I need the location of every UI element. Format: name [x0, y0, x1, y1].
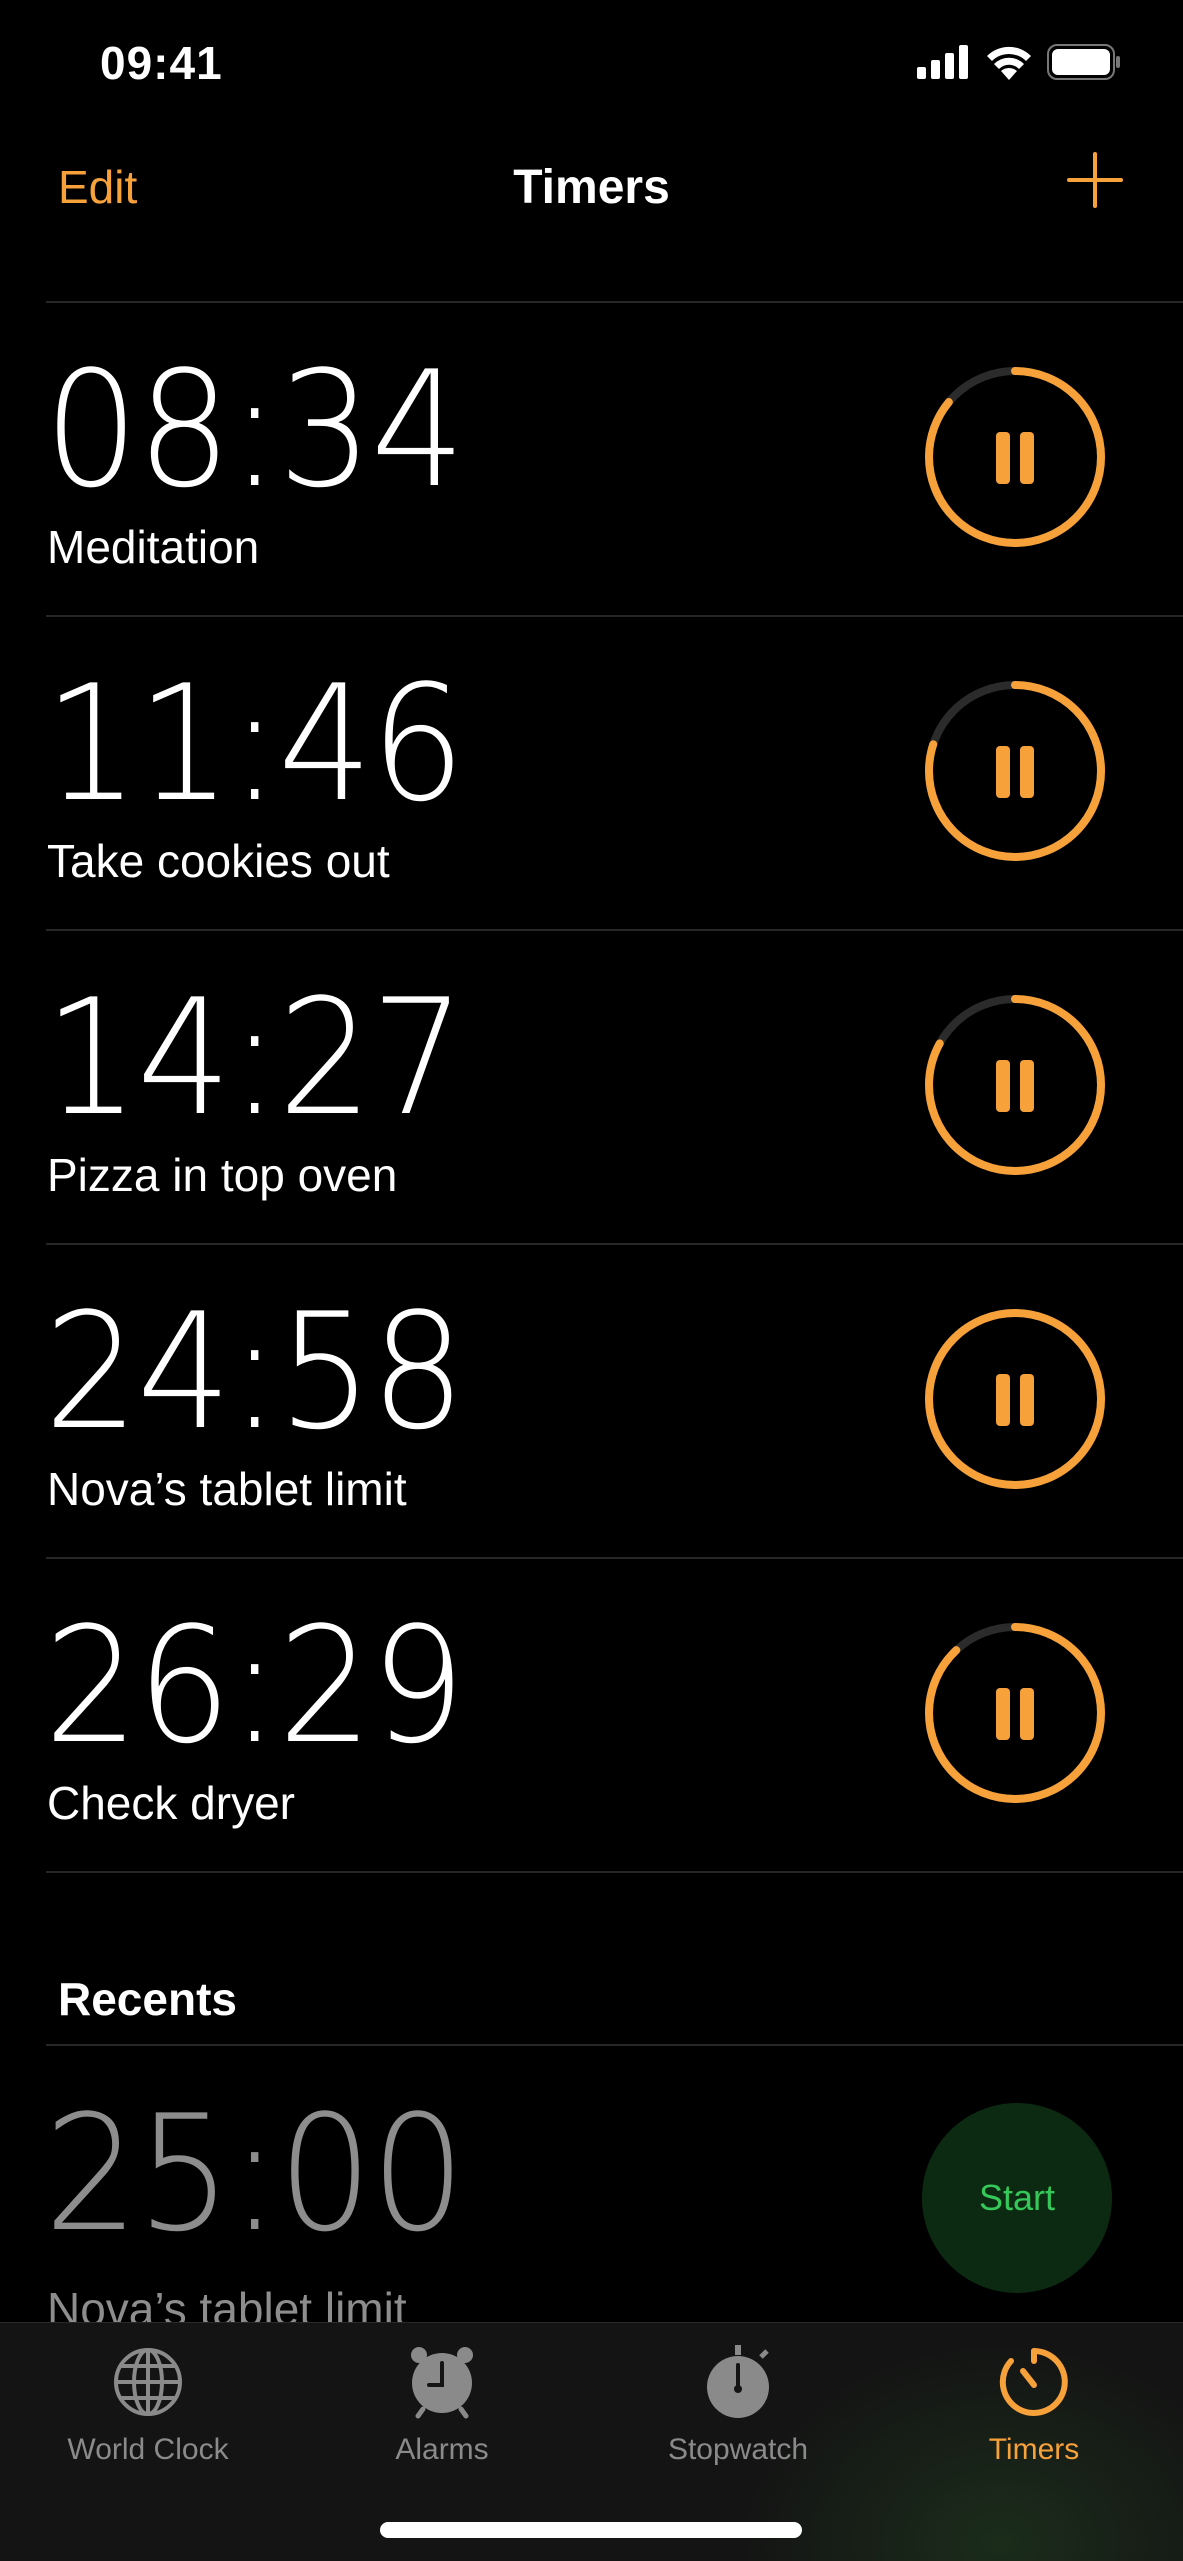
tab-label: Timers — [988, 2433, 1080, 2466]
tab-world-clock[interactable]: World Clock — [18, 2345, 278, 2467]
tab-label: Stopwatch — [667, 2433, 809, 2466]
timer-row[interactable]: 14:27 Pizza in top oven — [0, 930, 1183, 1244]
nav-bar: Edit Timers — [0, 130, 1183, 302]
timer-row[interactable]: 11:46 Take cookies out — [0, 616, 1183, 930]
battery-icon — [1047, 44, 1120, 80]
globe-icon — [114, 2348, 182, 2416]
pause-button[interactable] — [920, 362, 1110, 552]
divider — [46, 1871, 1183, 1873]
start-button[interactable]: Start — [922, 2103, 1112, 2293]
recent-timer-duration: 25:00 — [44, 2080, 465, 2267]
pause-icon — [996, 746, 1034, 798]
progress-ring — [925, 1309, 1105, 1489]
pause-icon — [996, 1374, 1034, 1426]
pause-button[interactable] — [920, 990, 1110, 1180]
timer-label: Pizza in top oven — [47, 1149, 398, 1201]
pause-icon — [996, 432, 1034, 484]
edit-button[interactable]: Edit — [58, 160, 137, 214]
pause-button[interactable] — [920, 1304, 1110, 1494]
tab-label: Alarms — [395, 2433, 489, 2466]
stopwatch-icon — [707, 2345, 769, 2418]
tab-timers[interactable]: Timers — [904, 2345, 1164, 2467]
page-title: Timers — [513, 161, 670, 214]
status-bar: 09:41 — [0, 0, 1183, 130]
start-button-label: Start — [978, 2177, 1056, 2218]
timer-icon — [999, 2348, 1068, 2416]
timer-row[interactable]: 08:34 Meditation — [0, 302, 1183, 616]
timer-remaining: 26:29 — [44, 1592, 465, 1779]
progress-ring — [925, 1623, 1105, 1803]
timer-remaining: 14:27 — [44, 964, 465, 1151]
plus-icon[interactable] — [1065, 150, 1125, 210]
tab-alarms[interactable]: Alarms — [312, 2345, 572, 2467]
wifi-icon — [987, 46, 1031, 80]
recents-heading: Recents — [58, 1973, 237, 2025]
status-icons — [917, 44, 1121, 80]
pause-icon — [996, 1688, 1034, 1740]
timer-label: Meditation — [47, 521, 260, 573]
pause-icon — [996, 1060, 1034, 1112]
tab-stopwatch[interactable]: Stopwatch — [608, 2345, 868, 2467]
pause-button[interactable] — [920, 676, 1110, 866]
timer-row[interactable]: 24:58 Nova’s tablet limit — [0, 1244, 1183, 1558]
timer-remaining: 08:34 — [44, 336, 465, 523]
alarm-clock-icon — [411, 2347, 473, 2419]
status-time: 09:41 — [100, 37, 223, 89]
tab-label: World Clock — [67, 2433, 229, 2466]
timer-remaining: 11:46 — [44, 650, 465, 837]
timer-label: Check dryer — [47, 1777, 295, 1829]
timer-remaining: 24:58 — [44, 1278, 465, 1465]
home-indicator[interactable] — [380, 2522, 802, 2538]
pause-button[interactable] — [920, 1618, 1110, 1808]
timer-label: Take cookies out — [47, 835, 390, 887]
timer-label: Nova’s tablet limit — [47, 1463, 407, 1515]
cellular-signal-icon — [917, 45, 968, 79]
timer-row[interactable]: 26:29 Check dryer — [0, 1558, 1183, 1872]
